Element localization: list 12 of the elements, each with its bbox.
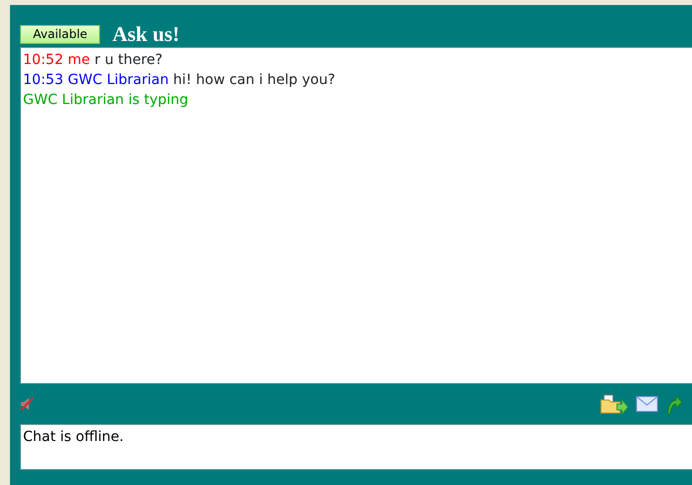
chat-title: Ask us! (112, 22, 180, 47)
curved-arrow-icon[interactable] (666, 394, 682, 414)
folder-arrow-icon[interactable] (600, 394, 628, 414)
status-button[interactable]: Available (20, 25, 100, 44)
speaker-muted-icon[interactable] (20, 397, 34, 411)
message-input[interactable]: Chat is offline. (20, 424, 692, 470)
message-sender: 10:52 me (23, 52, 90, 68)
message-text: r u there? (93, 52, 162, 68)
envelope-icon[interactable] (636, 396, 658, 412)
message-text: hi! how can i help you? (172, 72, 336, 88)
typing-status: GWC Librarian is typing (23, 92, 188, 108)
message-sender: 10:53 GWC Librarian (23, 72, 169, 88)
